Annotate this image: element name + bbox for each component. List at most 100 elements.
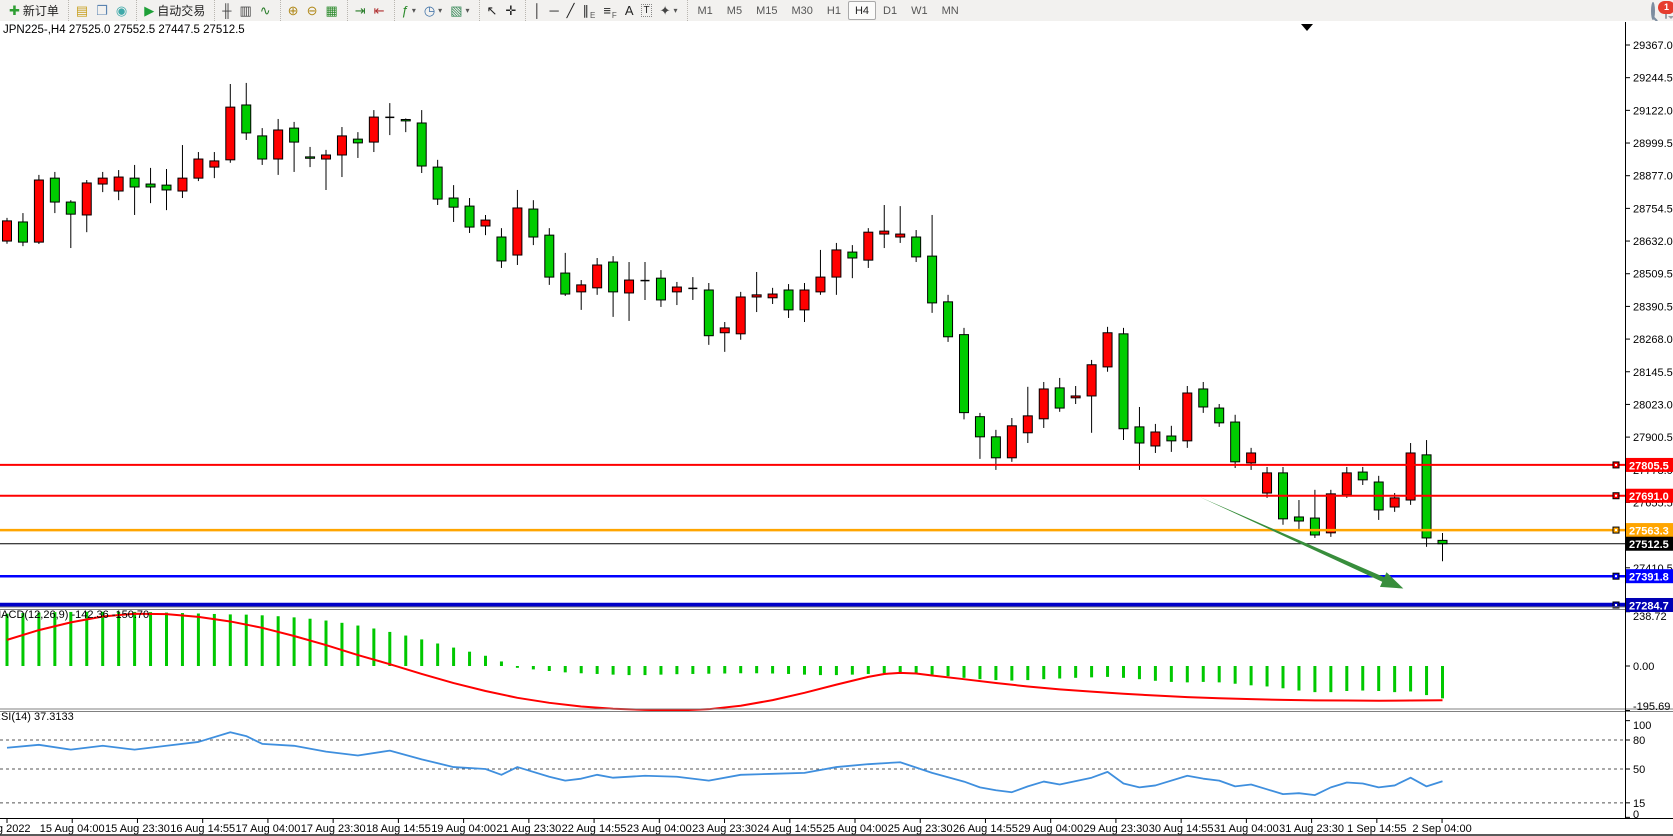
autotrading-button[interactable]: ▶自动交易 <box>140 1 209 21</box>
horizontal-line-button[interactable]: ─ <box>545 1 562 21</box>
notifications-button[interactable]: 1 <box>1665 4 1667 18</box>
candle <box>34 180 43 242</box>
time-tick-label: 29 Aug 04:00 <box>1018 823 1083 835</box>
price-tick-label: 29244.5 <box>1633 73 1673 85</box>
candle <box>816 277 825 292</box>
new-order-button[interactable]: ✚新订单 <box>5 1 63 21</box>
macd-histogram-bar <box>819 666 822 675</box>
timeframe-mn-button[interactable]: MN <box>935 1 966 20</box>
cursor-icon: ↖ <box>487 4 498 17</box>
candle <box>529 209 538 237</box>
equidistant-channel-button[interactable]: ∥E <box>578 1 599 21</box>
zoom-out-icon: ⊖ <box>307 4 318 17</box>
candle <box>194 159 203 178</box>
candle <box>513 208 522 255</box>
auto-scroll-button[interactable]: ⇥ <box>351 1 370 21</box>
price-tick-label: 27900.5 <box>1633 432 1673 444</box>
time-tick-label: 21 Aug 23:30 <box>496 823 561 835</box>
price-tick-label: 29122.0 <box>1633 105 1673 117</box>
line-handle-dot <box>1615 464 1617 466</box>
market-watch-button[interactable]: ▤ <box>72 1 92 21</box>
toolbar-group: ╫▥∿ <box>214 0 277 21</box>
periods-button[interactable]: ◷▾ <box>420 1 446 21</box>
line-chart-button[interactable]: ∿ <box>256 1 275 21</box>
macd-histogram-bar <box>947 666 950 676</box>
candle <box>975 417 984 437</box>
candle <box>784 290 793 310</box>
autotrading-icon: ▶ <box>144 4 154 17</box>
chart-canvas[interactable]: 29367.029244.529122.028999.528877.028754… <box>0 21 1673 836</box>
macd-histogram-bar <box>468 652 471 666</box>
candle <box>848 252 857 258</box>
macd-histogram-bar <box>1042 666 1045 679</box>
timeframe-h4-button[interactable]: H4 <box>848 1 876 20</box>
candle <box>337 136 346 155</box>
toolbar-group: │ ─╱∥E≡FAT✦▾ <box>525 0 684 21</box>
macd-histogram-bar <box>1393 666 1396 692</box>
crosshair-icon: ✛ <box>505 4 516 17</box>
macd-histogram-bar <box>516 666 519 668</box>
candle <box>465 206 474 227</box>
data-window-button[interactable]: ❐ <box>92 1 112 21</box>
candle <box>609 262 618 292</box>
candle <box>800 290 809 310</box>
candle <box>433 167 442 199</box>
search-button[interactable] <box>1651 4 1655 18</box>
candlestick-chart-button[interactable]: ▥ <box>235 1 255 21</box>
line-handle-dot <box>1615 575 1617 577</box>
candle <box>369 117 378 142</box>
templates-button[interactable]: ▧▾ <box>446 1 473 21</box>
chart-background <box>0 21 1673 836</box>
tile-windows-button[interactable]: ▦ <box>321 1 341 21</box>
time-tick-label: 17 Aug 04:00 <box>235 823 300 835</box>
time-tick-label: 16 Aug 14:55 <box>170 823 235 835</box>
timeframe-d1-button[interactable]: D1 <box>876 1 904 20</box>
timeframe-w1-button[interactable]: W1 <box>904 1 935 20</box>
candle <box>1199 389 1208 407</box>
candle <box>3 221 12 241</box>
toolbar-group: ▶自动交易 <box>136 0 212 21</box>
chart-shift-icon: ⇤ <box>374 4 385 17</box>
timeframe-m15-button[interactable]: M15 <box>749 1 784 20</box>
candle <box>1087 365 1096 396</box>
timeframe-m1-button[interactable]: M1 <box>691 1 720 20</box>
macd-histogram-bar <box>213 614 216 666</box>
timeframe-h1-button[interactable]: H1 <box>820 1 848 20</box>
fibonacci-icon: ≡ <box>603 4 611 17</box>
text-button[interactable]: A <box>621 1 638 21</box>
text-label-button[interactable]: T <box>637 1 655 21</box>
macd-histogram-bar <box>1106 666 1109 677</box>
zoom-in-button[interactable]: ⊕ <box>284 1 303 21</box>
macd-histogram-bar <box>723 666 726 674</box>
candle <box>1183 393 1192 441</box>
candle <box>274 130 283 159</box>
bar-chart-button[interactable]: ╫ <box>218 1 235 21</box>
macd-histogram-bar <box>277 616 280 666</box>
macd-histogram-bar <box>340 623 343 666</box>
cursor-button[interactable]: ↖ <box>483 1 502 21</box>
candle <box>625 280 634 293</box>
indicators-button[interactable]: ƒ▾ <box>398 1 420 21</box>
macd-histogram-bar <box>1377 666 1380 691</box>
candle <box>912 237 921 257</box>
price-tick-label: 28145.5 <box>1633 367 1673 379</box>
crosshair-button[interactable]: ✛ <box>501 1 520 21</box>
time-tick-label: 22 Aug 14:55 <box>562 823 627 835</box>
vertical-line-button[interactable]: │ <box>529 1 545 21</box>
chart-title: JPN225-,H4 27525.0 27552.5 27447.5 27512… <box>3 24 245 36</box>
signals-button[interactable]: ◉ <box>112 1 131 21</box>
macd-histogram-bar <box>851 666 854 675</box>
chart-shift-button[interactable]: ⇤ <box>370 1 389 21</box>
timeframe-m5-button[interactable]: M5 <box>720 1 749 20</box>
zoom-out-button[interactable]: ⊖ <box>303 1 322 21</box>
shapes-button[interactable]: ✦▾ <box>656 1 682 21</box>
macd-histogram-bar <box>1282 666 1285 688</box>
macd-histogram-bar <box>564 666 567 672</box>
fibonacci-button[interactable]: ≡F <box>599 1 620 21</box>
macd-histogram-bar <box>739 666 742 673</box>
candle <box>417 123 426 166</box>
trendline-button[interactable]: ╱ <box>563 1 579 21</box>
timeframe-m30-button[interactable]: M30 <box>784 1 819 20</box>
vertical-line-icon: │ <box>533 4 541 17</box>
price-line-label: 27512.5 <box>1629 539 1669 551</box>
